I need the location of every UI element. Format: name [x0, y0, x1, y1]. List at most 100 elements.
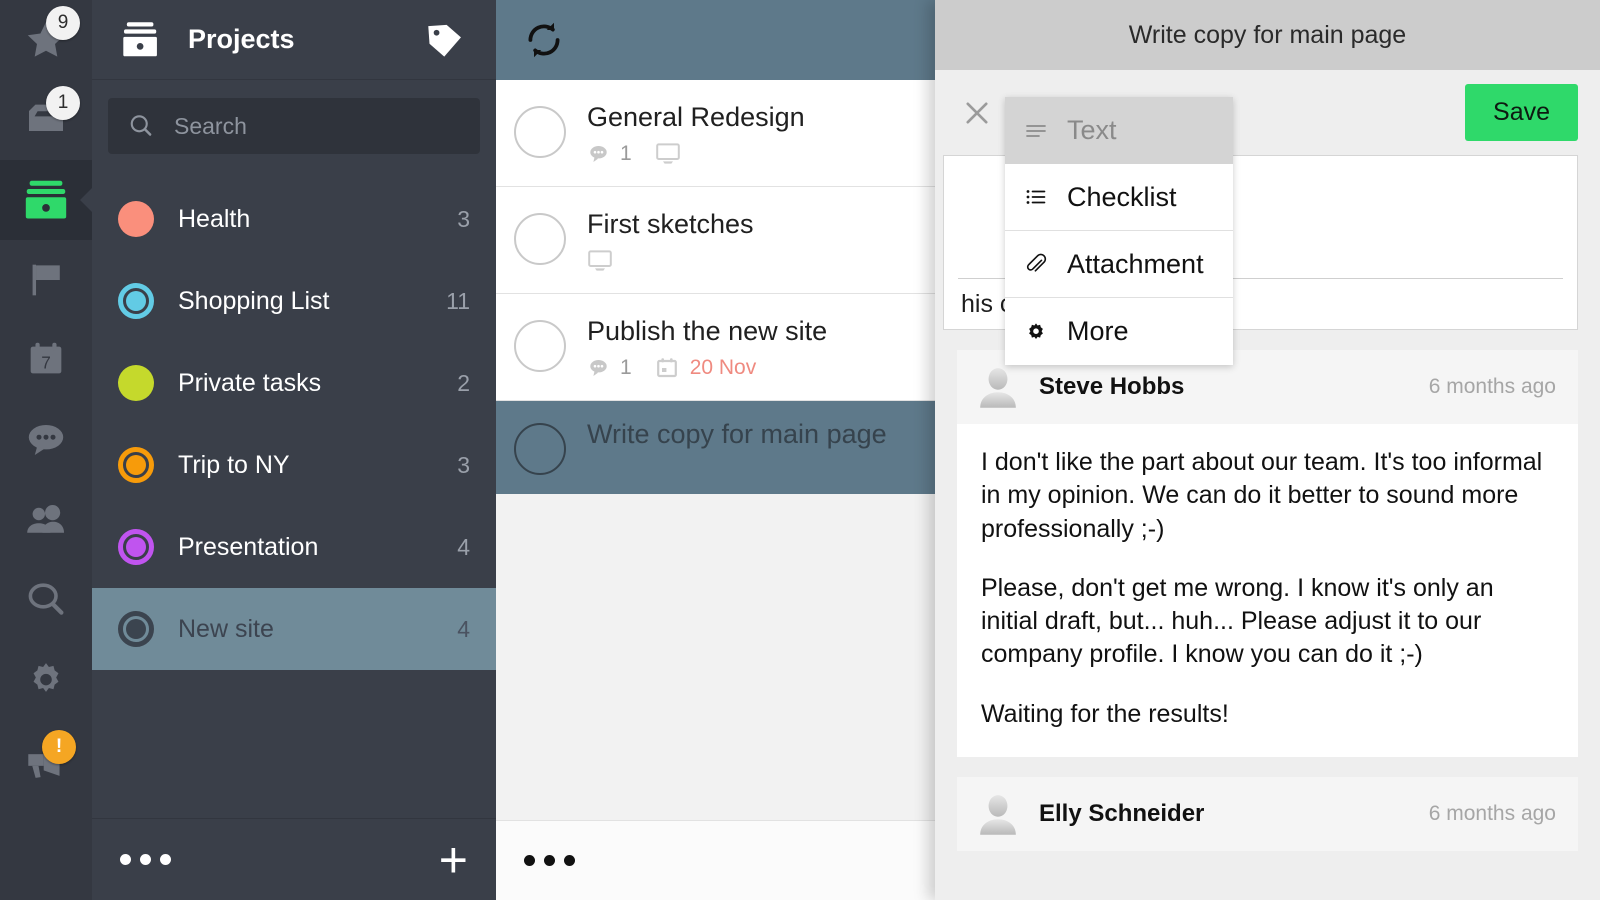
task-row[interactable]: Write copy for main page	[496, 401, 936, 494]
task-detail-panel: Write copy for main page Save his commen…	[935, 0, 1600, 900]
task-list-footer	[496, 820, 936, 900]
task-comment-count: 1	[620, 356, 632, 379]
task-content: General Redesign 1	[587, 102, 918, 166]
comment-timestamp: 6 months ago	[1428, 375, 1556, 398]
rail-item-settings[interactable]	[0, 640, 92, 720]
dropdown-item-text[interactable]: Text	[1005, 97, 1233, 164]
task-list-panel: General Redesign 1 First sketches Publis…	[496, 0, 936, 900]
project-count: 2	[457, 369, 470, 396]
avatar-icon	[980, 368, 1016, 408]
task-title: Write copy for main page	[587, 419, 887, 449]
task-checkbox[interactable]	[514, 106, 566, 158]
text-lines-icon	[1023, 119, 1049, 143]
sync-icon[interactable]	[520, 16, 568, 64]
project-label: Shopping List	[178, 286, 330, 315]
task-checkbox[interactable]	[514, 320, 566, 372]
task-meta	[587, 249, 918, 273]
project-row-new-site[interactable]: New site 4	[92, 588, 496, 670]
tag-icon[interactable]	[422, 17, 468, 63]
projects-header: Projects	[92, 0, 496, 80]
rail-item-announcements[interactable]: !	[0, 720, 92, 800]
dropdown-item-attachment[interactable]: Attachment	[1005, 231, 1233, 298]
rail-item-starred[interactable]: 9	[0, 0, 92, 80]
more-dots-icon[interactable]	[120, 854, 171, 865]
project-count: 4	[457, 615, 470, 642]
rail-item-projects[interactable]	[0, 160, 92, 240]
calendar-icon: 7	[30, 342, 62, 374]
projects-footer: +	[92, 818, 496, 900]
rail-badge-announcements: !	[42, 730, 76, 764]
dropdown-item-checklist[interactable]: Checklist	[1005, 164, 1233, 231]
editor-area: his comment Text	[943, 97, 1578, 365]
gear-icon	[33, 663, 59, 692]
comment-author: Steve Hobbs	[1039, 373, 1185, 400]
rail-item-search[interactable]	[0, 560, 92, 640]
calendar-day-label: 7	[41, 352, 51, 372]
icon-rail: 9 1 7 !	[0, 0, 92, 900]
project-count: 11	[446, 287, 470, 314]
add-item-dropdown: Text Checklist Attachment More	[1005, 97, 1233, 365]
comments-list: Steve Hobbs 6 months ago I don't like th…	[935, 330, 1600, 900]
save-button[interactable]: Save	[1465, 84, 1578, 141]
projects-icon	[25, 180, 67, 219]
search-placeholder: Search	[174, 112, 247, 139]
comment-item: Steve Hobbs 6 months ago I don't like th…	[957, 350, 1578, 757]
comment-paragraph: Please, don't get me wrong. I know it's …	[981, 573, 1494, 669]
rail-item-flags[interactable]	[0, 240, 92, 320]
dropdown-item-label: More	[1067, 316, 1129, 346]
rail-item-inbox[interactable]: 1	[0, 80, 92, 160]
task-row[interactable]: First sketches	[496, 187, 936, 294]
project-color-dot	[118, 201, 154, 237]
monitor-icon	[588, 250, 612, 271]
task-meta: 1	[587, 142, 918, 166]
project-row-health[interactable]: Health 3	[92, 178, 496, 260]
task-title: General Redesign	[587, 102, 805, 132]
plus-icon[interactable]: +	[439, 835, 468, 885]
rail-item-contacts[interactable]	[0, 480, 92, 560]
rail-badge-inbox: 1	[46, 86, 80, 120]
project-row-shopping-list[interactable]: Shopping List 11	[92, 260, 496, 342]
task-title: First sketches	[587, 209, 754, 239]
project-color-dot	[118, 365, 154, 401]
projects-sidebar: Projects Search Health 3 Shopping List 1…	[92, 0, 496, 900]
project-row-presentation[interactable]: Presentation 4	[92, 506, 496, 588]
project-row-private-tasks[interactable]: Private tasks 2	[92, 342, 496, 424]
project-count: 3	[457, 451, 470, 478]
calendar-icon	[656, 358, 677, 378]
rail-item-calendar[interactable]: 7	[0, 320, 92, 400]
project-color-dot	[118, 447, 154, 483]
task-checkbox[interactable]	[514, 423, 566, 475]
app-window: 9 1 7 ! Projects Search Health 3 Shoppin…	[0, 0, 1600, 900]
project-color-dot	[118, 611, 154, 647]
comment-paragraph: I don't like the part about our team. It…	[981, 448, 1543, 543]
task-content: Write copy for main page	[587, 419, 918, 450]
people-icon	[27, 505, 64, 533]
search-container: Search	[92, 80, 496, 164]
project-label: Trip to NY	[178, 450, 290, 479]
comment-icon	[590, 360, 607, 376]
project-count: 4	[457, 533, 470, 560]
project-row-trip-to-ny[interactable]: Trip to NY 3	[92, 424, 496, 506]
monitor-icon	[655, 143, 680, 164]
task-comment-count: 1	[620, 142, 632, 165]
dropdown-item-more[interactable]: More	[1005, 298, 1233, 365]
task-list-body: General Redesign 1 First sketches Publis…	[496, 80, 936, 820]
close-icon[interactable]	[955, 91, 999, 135]
project-color-dot	[118, 283, 154, 319]
task-row[interactable]: General Redesign 1	[496, 80, 936, 187]
comment-body: I don't like the part about our team. It…	[957, 424, 1578, 757]
task-row[interactable]: Publish the new site 1 20 Nov	[496, 294, 936, 401]
task-content: First sketches	[587, 209, 918, 273]
project-list: Health 3 Shopping List 11 Private tasks …	[92, 178, 496, 670]
comment-icon	[590, 146, 607, 162]
comment-header: Elly Schneider 6 months ago	[957, 776, 1578, 851]
task-checkbox[interactable]	[514, 213, 566, 265]
detail-title: Write copy for main page	[1128, 20, 1407, 49]
rail-item-chat[interactable]	[0, 400, 92, 480]
dropdown-item-label: Text	[1067, 115, 1117, 145]
checklist-icon	[1023, 185, 1049, 209]
more-dots-icon[interactable]	[524, 855, 575, 866]
dropdown-item-label: Attachment	[1067, 248, 1204, 279]
search-input[interactable]: Search	[108, 98, 480, 154]
page-title: Projects	[188, 24, 295, 54]
